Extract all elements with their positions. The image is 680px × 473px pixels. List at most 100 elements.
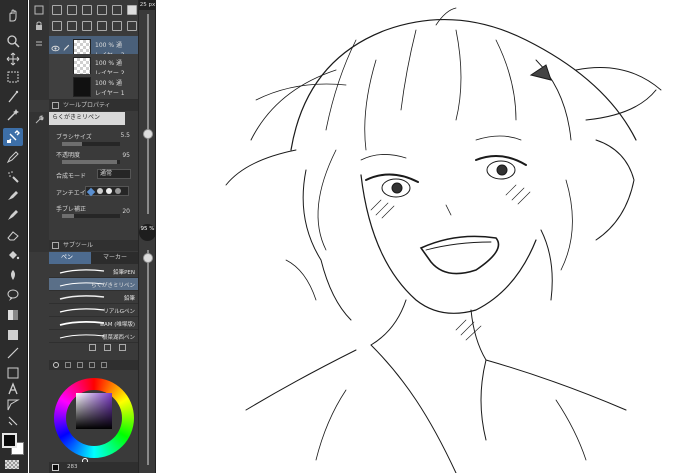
size-slider-knob[interactable] — [143, 129, 153, 139]
blend-mode-select[interactable]: 通常 — [97, 169, 131, 179]
delete-layer-icon[interactable] — [112, 5, 122, 15]
eyedropper-icon[interactable] — [3, 128, 23, 146]
blend-mode-label: 合成モード — [56, 173, 87, 180]
layer-duplicate-icon[interactable] — [127, 21, 137, 31]
layer-merge-icon[interactable] — [52, 21, 62, 31]
gradient-icon[interactable] — [3, 306, 23, 324]
tab-marker[interactable]: マーカー — [91, 252, 138, 264]
shape-icon[interactable] — [3, 266, 23, 284]
color-history-tab-icon[interactable] — [89, 362, 95, 368]
antialias-strong-icon[interactable] — [115, 188, 121, 194]
layer-lock-icon[interactable] — [33, 20, 45, 32]
airbrush-icon[interactable] — [3, 168, 23, 186]
panel-column: 100 % 通 レイヤー 3 100 % 通 レイヤー 2 100 % 通 レイ… — [29, 0, 138, 473]
new-layer-icon[interactable] — [82, 5, 92, 15]
saturation-value-square[interactable] — [76, 393, 112, 429]
edit-target-pen-icon — [62, 44, 70, 53]
zoom-icon[interactable] — [3, 32, 23, 50]
brush-stroke-preview — [59, 320, 105, 326]
subtool-settings-icon[interactable] — [89, 344, 96, 351]
antialias-none-icon[interactable] — [86, 187, 96, 197]
color-panel-tabs — [49, 360, 138, 370]
subtool-actions — [89, 344, 126, 351]
lasso-icon[interactable] — [3, 88, 23, 106]
brush-row[interactable]: ⅢAM (唯塚版) — [49, 317, 138, 330]
opacity-slider-knob[interactable] — [143, 253, 153, 263]
layer-row[interactable]: 100 % 通 レイヤー 1 — [49, 74, 138, 100]
stabilization-slider[interactable] — [62, 214, 120, 218]
correction-icon[interactable] — [3, 412, 23, 430]
magic-wand-icon[interactable] — [3, 106, 23, 124]
color-slider-tab-icon[interactable] — [77, 362, 83, 368]
pen-icon[interactable] — [3, 148, 23, 166]
brush-name: 根菜湖西ペン — [101, 335, 135, 341]
opacity-label: 不透明度 — [56, 152, 81, 159]
current-color-chip — [52, 464, 59, 471]
brush-row[interactable]: 鉛筆 — [49, 291, 138, 304]
transparent-color-swatch[interactable] — [5, 460, 19, 469]
brush-icon[interactable] — [3, 206, 23, 224]
color-wheel-panel — [49, 360, 138, 473]
subtool-copy-icon[interactable] — [104, 344, 111, 351]
property-icon-strip — [29, 112, 49, 252]
layer-mask-icon[interactable] — [67, 21, 77, 31]
brush-row[interactable]: リアルGペン — [49, 304, 138, 317]
antialias-mid-icon[interactable] — [106, 188, 112, 194]
sketch-illustration — [225, 7, 662, 473]
layer-opacity: 100 % 通 — [95, 60, 122, 67]
brush-row[interactable]: 根菜湖西ペン — [49, 330, 138, 343]
layer-draft-icon[interactable] — [97, 21, 107, 31]
brush-size-value[interactable]: 5.5 — [120, 132, 130, 139]
size-slider-track[interactable] — [147, 14, 149, 214]
subtool-icon — [52, 242, 59, 249]
brush-row[interactable]: らくがきミリペン — [49, 278, 138, 291]
opacity-badge: 95 % — [139, 224, 156, 241]
opacity-value[interactable]: 95 — [122, 152, 130, 159]
main-color-swatch[interactable] — [2, 433, 17, 448]
brush-stroke-preview — [59, 269, 105, 274]
fill-rect-icon[interactable] — [3, 326, 23, 344]
color-set-tab-icon[interactable] — [65, 362, 71, 368]
stabilization-value[interactable]: 20 — [122, 208, 130, 215]
layer-lock-alpha-icon[interactable] — [112, 21, 122, 31]
layer-opacity-icon[interactable] — [67, 5, 77, 15]
hand-icon[interactable] — [3, 6, 23, 24]
blend-icon[interactable] — [3, 186, 23, 204]
brush-size-slider[interactable] — [62, 142, 120, 146]
color-swatches — [0, 430, 28, 473]
eraser-icon[interactable] — [3, 226, 23, 244]
new-folder-icon[interactable] — [97, 5, 107, 15]
antialias-weak-icon[interactable] — [97, 188, 103, 194]
select-rect-icon[interactable] — [3, 68, 23, 86]
wrench-icon[interactable] — [33, 114, 45, 126]
color-footer: 283 — [49, 462, 138, 473]
brush-size-quick-slider: 25 px 95 % — [138, 0, 156, 473]
drawing-canvas[interactable] — [156, 0, 680, 473]
layer-icon-strip — [29, 0, 49, 100]
tab-pen[interactable]: ペン — [49, 252, 91, 264]
approx-color-tab-icon[interactable] — [101, 362, 107, 368]
visibility-eye-icon[interactable] — [51, 44, 60, 53]
layer-ref-icon[interactable] — [82, 21, 92, 31]
layer-opacity: 100 % 通 — [95, 42, 122, 49]
brush-row[interactable]: 鉛筆PEN — [49, 265, 138, 278]
layer-color-icon[interactable] — [127, 5, 137, 15]
balloon-icon[interactable] — [3, 286, 23, 304]
ruler-icon[interactable] — [3, 344, 23, 362]
layer-settings-icon[interactable] — [33, 4, 45, 16]
opacity-slider[interactable] — [62, 160, 120, 164]
move-icon[interactable] — [3, 50, 23, 68]
brush-size-label: ブラシサイズ — [56, 134, 92, 141]
tool-property-icon — [52, 102, 59, 109]
subtool-delete-icon[interactable] — [119, 344, 126, 351]
opacity-slider-track[interactable] — [147, 250, 149, 465]
layer-mode-icon[interactable] — [52, 5, 62, 15]
color-wheel-tab-icon[interactable] — [53, 362, 59, 368]
subtool-title: サブツール — [49, 240, 138, 251]
fill-icon[interactable] — [3, 246, 23, 264]
layer-clip-icon[interactable] — [33, 36, 45, 48]
brush-stroke-preview — [59, 308, 105, 313]
antialias-selector[interactable] — [85, 186, 129, 197]
brush-name-field[interactable]: らくがきミリペン — [49, 112, 125, 125]
brush-stroke-preview — [59, 295, 105, 300]
